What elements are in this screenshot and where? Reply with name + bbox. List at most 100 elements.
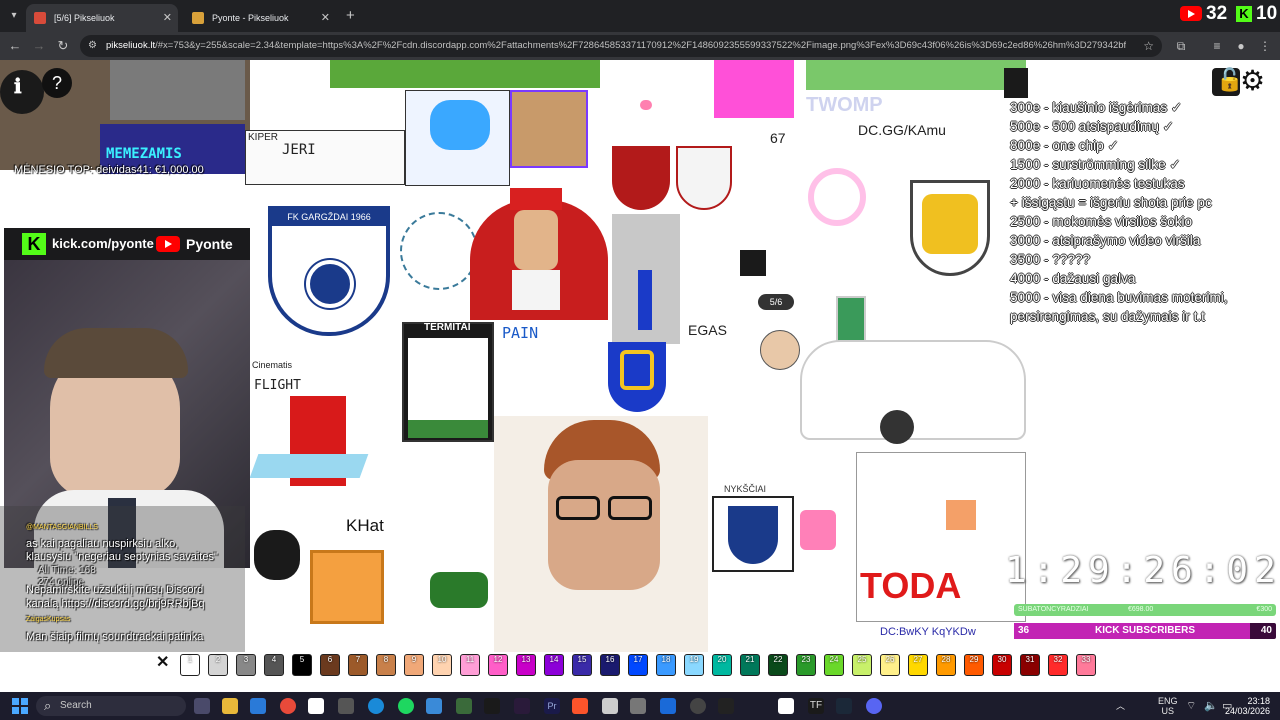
close-icon[interactable]: ✕ (163, 4, 172, 32)
edge-icon[interactable] (368, 698, 384, 714)
close-icon[interactable]: ✕ (321, 4, 330, 32)
tab-search-chevron-icon[interactable]: ▾ (6, 8, 22, 24)
extensions-icon[interactable]: ⧉ (1172, 37, 1190, 55)
palette-swatch[interactable]: 8 (376, 654, 396, 676)
pixel-art-wave (249, 454, 369, 478)
file-explorer-icon[interactable] (222, 698, 238, 714)
palette-swatch[interactable]: 9 (404, 654, 424, 676)
discord-notice: Nepamirškite užsukti į mūsų Discord (26, 584, 204, 596)
tab-inactive[interactable]: Pyonte - Pikseliuok ✕ (184, 4, 336, 32)
lock-icon[interactable] (1004, 68, 1028, 98)
pixel-art-circle (400, 212, 478, 290)
palette-swatch[interactable]: 24 (824, 654, 844, 676)
palette-swatch[interactable]: 16 (600, 654, 620, 676)
forward-arrow-icon[interactable]: → (30, 37, 48, 55)
palette-swatch[interactable]: 10 (432, 654, 452, 676)
palette-swatch[interactable]: 13 (516, 654, 536, 676)
palette-swatch[interactable]: 23 (796, 654, 816, 676)
profile-icon[interactable]: ● (1232, 37, 1250, 55)
stream-goals: 300e - kiaušinio išgėrimas ✓ 500e - 500 … (1010, 98, 1280, 326)
palette-swatch[interactable]: 6 (320, 654, 340, 676)
gear-icon[interactable]: ⚙ (1240, 66, 1265, 96)
notepad-icon[interactable] (308, 698, 324, 714)
youtube-viewer-count: 32 (1206, 3, 1228, 24)
app-icon[interactable] (456, 698, 472, 714)
palette-swatch[interactable]: 27 (908, 654, 928, 676)
termitai-text: TERMITAI (424, 322, 471, 333)
spotify-icon[interactable] (398, 698, 414, 714)
reload-icon[interactable]: ↻ (54, 37, 72, 55)
steam-icon[interactable] (836, 698, 852, 714)
chrome-icon[interactable] (280, 698, 296, 714)
taskbar-clock[interactable]: 23:18 24/03/2026 (1225, 696, 1270, 716)
palette-swatch[interactable]: 21 (740, 654, 760, 676)
close-palette-icon[interactable]: ✕ (156, 652, 169, 672)
obs-icon[interactable] (514, 698, 530, 714)
discord-link[interactable]: kanalą https://discord.gg/brj9RRbjBq (26, 598, 205, 610)
palette-swatch[interactable]: 11 (460, 654, 480, 676)
palette-swatch[interactable]: 25 (852, 654, 872, 676)
brave-icon[interactable] (572, 698, 588, 714)
pixel-art-lion (922, 194, 978, 254)
palette-swatch[interactable]: 14 (544, 654, 564, 676)
pixel-art-grass (408, 420, 488, 438)
palette-swatch[interactable]: 7 (348, 654, 368, 676)
new-tab-icon[interactable]: + (346, 7, 355, 25)
palette-swatch[interactable]: 30 (992, 654, 1012, 676)
palette-swatch[interactable]: 20 (712, 654, 732, 676)
language-indicator[interactable]: ENG US (1158, 696, 1178, 716)
palette-swatch[interactable]: 2 (208, 654, 228, 676)
kick-banner: K kick.com/pyonte Pyonte (4, 228, 250, 260)
help-icon[interactable]: ? (42, 68, 72, 98)
app-icon[interactable] (690, 698, 706, 714)
wifi-icon[interactable]: ⌔ (1186, 692, 1196, 720)
photos-icon[interactable] (426, 698, 442, 714)
task-view-icon[interactable] (194, 698, 210, 714)
palette-swatch[interactable]: 1 (180, 654, 200, 676)
premiere-icon[interactable]: Pr (544, 698, 560, 714)
app-icon[interactable] (778, 698, 794, 714)
discord-icon[interactable] (866, 698, 882, 714)
palette-swatch[interactable]: 33 (1076, 654, 1096, 676)
palette-swatch[interactable]: 12 (488, 654, 508, 676)
url-text[interactable]: pikseliuok.lt/#x=753&y=255&scale=2.34&te… (106, 35, 1126, 57)
palette-swatch[interactable]: 29 (964, 654, 984, 676)
app-icon[interactable] (630, 698, 646, 714)
goal-item: 800e - one chip ✓ (1010, 138, 1119, 153)
app-icon[interactable] (718, 698, 734, 714)
palette-swatch[interactable]: 17 (628, 654, 648, 676)
tray-chevron-icon[interactable]: ︿ (1116, 692, 1125, 720)
palette-swatch[interactable]: 18 (656, 654, 676, 676)
address-bar[interactable]: ⚙ pikseliuok.lt/#x=753&y=255&scale=2.34&… (80, 35, 1162, 57)
palette-swatch[interactable]: 22 (768, 654, 788, 676)
goal-item: 1500 - surströmming silke ✓ (1010, 157, 1181, 172)
bookmark-star-icon[interactable]: ☆ (1143, 35, 1154, 57)
palette-swatch[interactable]: 3 (236, 654, 256, 676)
kick-subscribers-label: KICK SUBSCRIBERS (1094, 625, 1195, 636)
taskbar-search[interactable]: Search (36, 696, 186, 716)
palette-swatch[interactable]: 26 (880, 654, 900, 676)
tf-icon[interactable]: TF (808, 698, 824, 714)
palette-swatch[interactable]: 4 (264, 654, 284, 676)
volume-icon[interactable]: 🔈 (1204, 692, 1218, 720)
palette-swatch[interactable]: 28 (936, 654, 956, 676)
palette-swatch[interactable]: 19 (684, 654, 704, 676)
palette-swatch[interactable]: 32 (1048, 654, 1068, 676)
pixel-canvas[interactable]: ℹ ? MEMEZAMIS TWOMP DC.GG/KAmu 67 KIPER … (0, 60, 1280, 692)
site-info-icon[interactable]: ⚙ (88, 39, 102, 53)
tab-active[interactable]: [5/6] Pikseliuok ✕ (26, 4, 178, 32)
info-icon[interactable] (0, 70, 44, 114)
windows-start-icon[interactable] (12, 698, 28, 714)
app-icon[interactable] (338, 698, 354, 714)
media-controls-icon[interactable]: ≡ (1208, 37, 1226, 55)
store-icon[interactable] (250, 698, 266, 714)
palette-swatch[interactable]: 5 (292, 654, 312, 676)
app-icon[interactable] (602, 698, 618, 714)
terminal-icon[interactable] (484, 698, 500, 714)
menu-dots-icon[interactable]: ⋮ (1256, 37, 1274, 55)
back-arrow-icon[interactable]: ← (6, 37, 24, 55)
kick-subscribers-goal: 40 (1260, 625, 1272, 636)
word-icon[interactable] (660, 698, 676, 714)
palette-swatch[interactable]: 31 (1020, 654, 1040, 676)
palette-swatch[interactable]: 15 (572, 654, 592, 676)
